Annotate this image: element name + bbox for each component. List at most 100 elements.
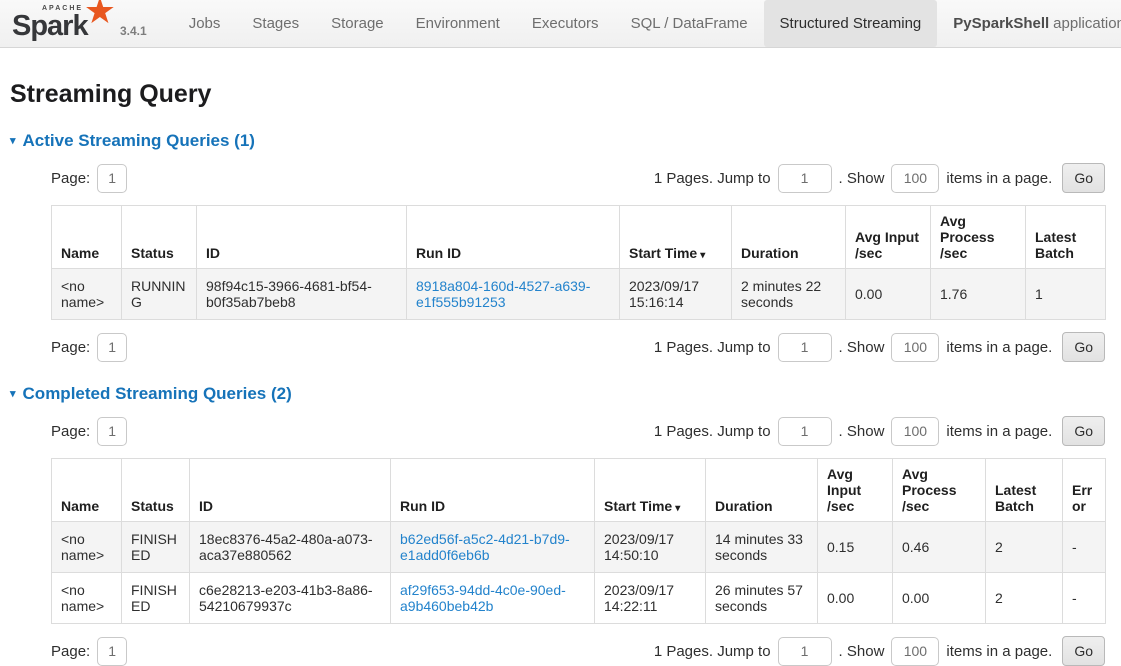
col-name[interactable]: Name (52, 206, 122, 269)
col-start-time[interactable]: Start Time▾ (620, 206, 732, 269)
page-label: Page: (51, 423, 90, 440)
page-number-input[interactable] (97, 417, 127, 446)
items-text: items in a page. (946, 423, 1052, 440)
col-run-id[interactable]: Run ID (407, 206, 620, 269)
cell-avg-input: 0.00 (818, 573, 893, 624)
go-button[interactable]: Go (1062, 332, 1105, 362)
col-status[interactable]: Status (122, 459, 190, 522)
items-text: items in a page. (946, 170, 1052, 187)
spark-logo-mark: APACHE Spark ★ (12, 1, 112, 41)
col-latest-batch[interactable]: Latest Batch (1026, 206, 1106, 269)
col-run-id[interactable]: Run ID (391, 459, 595, 522)
active-queries-table: Name Status ID Run ID Start Time▾ Durati… (51, 205, 1106, 320)
cell-name: <no name> (52, 522, 122, 573)
cell-id: 98f94c15-3966-4681-bf54-b0f35ab7beb8 (197, 269, 407, 320)
app-name-suffix: application UI (1053, 15, 1121, 32)
cell-id: 18ec8376-45a2-480a-a073-aca37e880562 (190, 522, 391, 573)
run-id-link[interactable]: b62ed56f-a5c2-4d21-b7d9-e1add0f6eb6b (400, 531, 570, 563)
cell-avg-process: 1.76 (931, 269, 1026, 320)
completed-query-row: <no name> FINISHED c6e28213-e203-41b3-8a… (52, 573, 1106, 624)
completed-pager-top: Page: 1 Pages. Jump to . Show items in a… (51, 416, 1105, 446)
cell-id: c6e28213-e203-41b3-8a86-54210679937c (190, 573, 391, 624)
jump-to-page-input[interactable] (778, 164, 832, 193)
cell-latest-batch: 2 (986, 522, 1063, 573)
tab-stages[interactable]: Stages (236, 0, 315, 47)
cell-duration: 26 minutes 57 seconds (706, 573, 818, 624)
cell-run-id: b62ed56f-a5c2-4d21-b7d9-e1add0f6eb6b (391, 522, 595, 573)
col-avg-input[interactable]: Avg Input /sec (846, 206, 931, 269)
tab-storage[interactable]: Storage (315, 0, 400, 47)
col-status[interactable]: Status (122, 206, 197, 269)
jump-to-page-input[interactable] (778, 417, 832, 446)
go-button[interactable]: Go (1062, 163, 1105, 193)
col-error[interactable]: Error (1063, 459, 1106, 522)
page-number-input[interactable] (97, 164, 127, 193)
col-name[interactable]: Name (52, 459, 122, 522)
cell-name: <no name> (52, 573, 122, 624)
jump-to-page-input[interactable] (778, 333, 832, 362)
tab-structured-streaming[interactable]: Structured Streaming (764, 0, 938, 47)
collapse-arrow-icon: ▾ (10, 389, 16, 400)
col-latest-batch[interactable]: Latest Batch (986, 459, 1063, 522)
page-label: Page: (51, 339, 90, 356)
show-text: . Show (839, 170, 885, 187)
page-number-input[interactable] (97, 637, 127, 666)
page-label: Page: (51, 170, 90, 187)
col-avg-process[interactable]: Avg Process /sec (893, 459, 986, 522)
cell-start-time: 2023/09/17 14:50:10 (595, 522, 706, 573)
col-avg-process[interactable]: Avg Process /sec (931, 206, 1026, 269)
cell-status: FINISHED (122, 573, 190, 624)
completed-section-title: Completed Streaming Queries (2) (23, 384, 292, 404)
total-pages-text: 1 Pages. Jump to (654, 643, 771, 660)
items-per-page-input[interactable] (891, 164, 939, 193)
items-text: items in a page. (946, 643, 1052, 660)
main-content: Streaming Query ▾ Active Streaming Queri… (0, 80, 1121, 666)
spark-wordmark: Spark (12, 10, 88, 43)
completed-section-header[interactable]: ▾ Completed Streaming Queries (2) (10, 384, 1111, 404)
top-navbar: APACHE Spark ★ 3.4.1 Jobs Stages Storage… (0, 0, 1121, 48)
tab-jobs[interactable]: Jobs (173, 0, 237, 47)
show-text: . Show (839, 339, 885, 356)
show-text: . Show (839, 643, 885, 660)
items-per-page-input[interactable] (891, 333, 939, 362)
items-per-page-input[interactable] (891, 417, 939, 446)
spark-logo: APACHE Spark ★ 3.4.1 (0, 0, 153, 47)
active-section-body: Page: 1 Pages. Jump to . Show items in a… (51, 163, 1105, 362)
active-section-header[interactable]: ▾ Active Streaming Queries (1) (10, 131, 1111, 151)
col-start-time[interactable]: Start Time▾ (595, 459, 706, 522)
go-button[interactable]: Go (1062, 416, 1105, 446)
active-query-row: <no name> RUNNING 98f94c15-3966-4681-bf5… (52, 269, 1106, 320)
cell-error: - (1063, 522, 1106, 573)
total-pages-text: 1 Pages. Jump to (654, 423, 771, 440)
cell-status: RUNNING (122, 269, 197, 320)
jump-to-page-input[interactable] (778, 637, 832, 666)
page-title: Streaming Query (10, 80, 1111, 109)
run-id-link[interactable]: af29f653-94dd-4c0e-90ed-a9b460beb42b (400, 582, 566, 614)
go-button[interactable]: Go (1062, 636, 1105, 666)
col-duration[interactable]: Duration (706, 459, 818, 522)
col-id[interactable]: ID (190, 459, 391, 522)
run-id-link[interactable]: 8918a804-160d-4527-a639-e1f555b91253 (416, 278, 590, 310)
col-avg-input[interactable]: Avg Input /sec (818, 459, 893, 522)
items-per-page-input[interactable] (891, 637, 939, 666)
tab-app-name: PySparkShell application UI (937, 0, 1121, 47)
cell-start-time: 2023/09/17 14:22:11 (595, 573, 706, 624)
sort-desc-icon: ▾ (675, 503, 680, 514)
active-pager-top: Page: 1 Pages. Jump to . Show items in a… (51, 163, 1105, 193)
collapse-arrow-icon: ▾ (10, 136, 16, 147)
cell-avg-process: 0.46 (893, 522, 986, 573)
active-header-row: Name Status ID Run ID Start Time▾ Durati… (52, 206, 1106, 269)
cell-avg-process: 0.00 (893, 573, 986, 624)
col-duration[interactable]: Duration (732, 206, 846, 269)
tab-environment[interactable]: Environment (400, 0, 516, 47)
page-number-input[interactable] (97, 333, 127, 362)
spark-version: 3.4.1 (112, 24, 147, 41)
tab-executors[interactable]: Executors (516, 0, 615, 47)
app-name: PySparkShell (953, 15, 1049, 32)
items-text: items in a page. (946, 339, 1052, 356)
col-id[interactable]: ID (197, 206, 407, 269)
cell-run-id: 8918a804-160d-4527-a639-e1f555b91253 (407, 269, 620, 320)
completed-section-body: Page: 1 Pages. Jump to . Show items in a… (51, 416, 1105, 666)
tab-sql-dataframe[interactable]: SQL / DataFrame (615, 0, 764, 47)
cell-run-id: af29f653-94dd-4c0e-90ed-a9b460beb42b (391, 573, 595, 624)
